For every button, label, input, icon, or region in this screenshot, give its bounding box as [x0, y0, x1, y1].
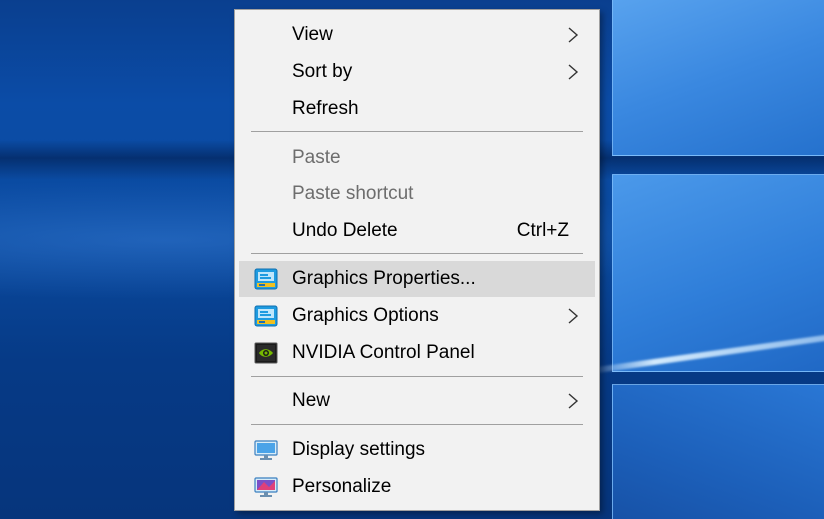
menu-item-undo-delete[interactable]: Undo Delete Ctrl+Z	[239, 213, 595, 249]
menu-item-graphics-properties[interactable]: Graphics Properties...	[239, 261, 595, 297]
menu-item-label: View	[292, 24, 333, 45]
intel-graphics-icon	[254, 268, 278, 290]
menu-separator	[251, 253, 583, 254]
personalize-icon	[254, 477, 278, 497]
menu-item-label: Undo Delete	[292, 220, 398, 241]
menu-item-label: Display settings	[292, 439, 426, 460]
nvidia-icon	[254, 342, 278, 364]
chevron-right-icon	[568, 308, 579, 324]
menu-separator	[251, 424, 583, 425]
intel-graphics-icon	[254, 305, 278, 327]
menu-item-view[interactable]: View	[239, 17, 595, 53]
keyboard-shortcut: Ctrl+Z	[516, 220, 569, 241]
chevron-right-icon	[568, 393, 579, 409]
menu-item-label: NVIDIA Control Panel	[292, 342, 475, 363]
wallpaper-window-pane	[612, 384, 824, 519]
menu-item-label: New	[292, 390, 331, 411]
menu-separator	[251, 376, 583, 377]
menu-item-label: Sort by	[292, 61, 353, 82]
menu-item-graphics-options[interactable]: Graphics Options	[239, 298, 595, 334]
menu-item-label: Personalize	[292, 476, 392, 497]
menu-item-label: Paste shortcut	[292, 183, 414, 204]
menu-item-display-settings[interactable]: Display settings	[239, 432, 595, 468]
wallpaper-window-pane	[612, 0, 824, 156]
menu-item-label: Graphics Properties...	[292, 268, 476, 289]
menu-item-label: Refresh	[292, 98, 359, 119]
menu-item-label: Paste	[292, 147, 341, 168]
menu-item-new[interactable]: New	[239, 383, 595, 419]
chevron-right-icon	[568, 27, 579, 43]
desktop-context-menu: View Sort by Refresh Paste Paste shortcu…	[234, 9, 600, 511]
menu-item-label: Graphics Options	[292, 305, 439, 326]
menu-item-refresh[interactable]: Refresh	[239, 91, 595, 127]
menu-item-sort-by[interactable]: Sort by	[239, 54, 595, 90]
menu-item-paste-shortcut: Paste shortcut	[239, 176, 595, 212]
menu-item-nvidia-control-panel[interactable]: NVIDIA Control Panel	[239, 335, 595, 371]
chevron-right-icon	[568, 64, 579, 80]
menu-separator	[251, 131, 583, 132]
menu-item-personalize[interactable]: Personalize	[239, 469, 595, 505]
display-settings-icon	[254, 440, 278, 460]
menu-item-paste: Paste	[239, 140, 595, 176]
